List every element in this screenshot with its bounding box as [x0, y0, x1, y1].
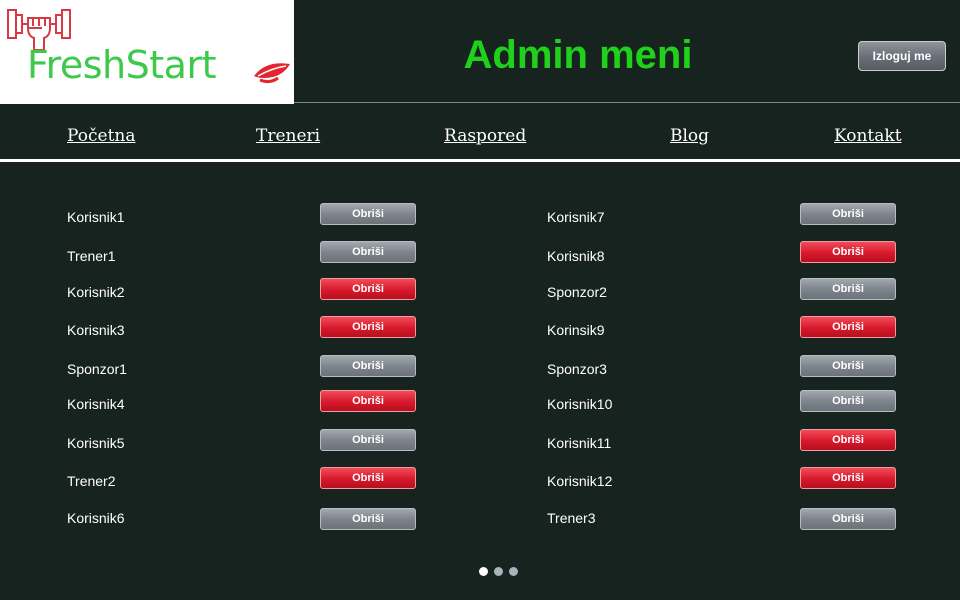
nav-link-pocetna[interactable]: Početna: [67, 126, 135, 146]
delete-button[interactable]: Obriši: [800, 390, 896, 412]
nav-link-treneri[interactable]: Treneri: [256, 126, 320, 146]
user-name: Korisnik4: [67, 396, 125, 412]
user-name: Korisnik5: [67, 435, 125, 451]
delete-button[interactable]: Obriši: [320, 390, 416, 412]
delete-button[interactable]: Obriši: [320, 241, 416, 263]
delete-button[interactable]: Obriši: [800, 355, 896, 377]
delete-button[interactable]: Obriši: [800, 203, 896, 225]
nav-link-kontakt[interactable]: Kontakt: [834, 126, 902, 146]
logo-text: FreshStart: [27, 43, 216, 87]
delete-button[interactable]: Obriši: [320, 278, 416, 300]
user-name: Trener3: [547, 510, 596, 526]
header-divider: [294, 102, 960, 103]
leaf-icon: [254, 63, 290, 84]
user-name: Trener2: [67, 473, 116, 489]
user-name: Korisnik11: [547, 435, 612, 451]
pagination-dot[interactable]: [494, 567, 503, 576]
user-name: Sponzor2: [547, 284, 607, 300]
delete-button[interactable]: Obriši: [800, 241, 896, 263]
pagination-dot[interactable]: [479, 567, 488, 576]
user-name: Korisnik6: [67, 510, 125, 526]
nav-divider: [0, 159, 960, 162]
nav-link-raspored[interactable]: Raspored: [444, 126, 526, 146]
delete-button[interactable]: Obriši: [800, 467, 896, 489]
user-name: Korisnik3: [67, 322, 125, 338]
delete-button[interactable]: Obriši: [800, 316, 896, 338]
user-name: Korisnik2: [67, 284, 125, 300]
delete-button[interactable]: Obriši: [320, 467, 416, 489]
user-name: Korisnik7: [547, 209, 605, 225]
logo[interactable]: FreshStart: [0, 0, 294, 104]
user-name: Korisnik8: [547, 248, 605, 264]
user-name: Sponzor1: [67, 361, 127, 377]
page-title: Admin meni: [463, 33, 693, 77]
user-name: Trener1: [67, 248, 116, 264]
user-name: Korisnik12: [547, 473, 613, 489]
user-name: Korinsik9: [547, 322, 605, 338]
user-name: Korisnik10: [547, 396, 613, 412]
delete-button[interactable]: Obriši: [320, 429, 416, 451]
delete-button[interactable]: Obriši: [320, 355, 416, 377]
delete-button[interactable]: Obriši: [800, 278, 896, 300]
delete-button[interactable]: Obriši: [320, 508, 416, 530]
nav-link-blog[interactable]: Blog: [670, 126, 709, 146]
pagination-dot[interactable]: [509, 567, 518, 576]
delete-button[interactable]: Obriši: [320, 316, 416, 338]
delete-button[interactable]: Obriši: [800, 508, 896, 530]
delete-button[interactable]: Obriši: [800, 429, 896, 451]
user-name: Korisnik1: [67, 209, 125, 225]
logout-button[interactable]: Izloguj me: [858, 41, 946, 71]
delete-button[interactable]: Obriši: [320, 203, 416, 225]
user-name: Sponzor3: [547, 361, 607, 377]
